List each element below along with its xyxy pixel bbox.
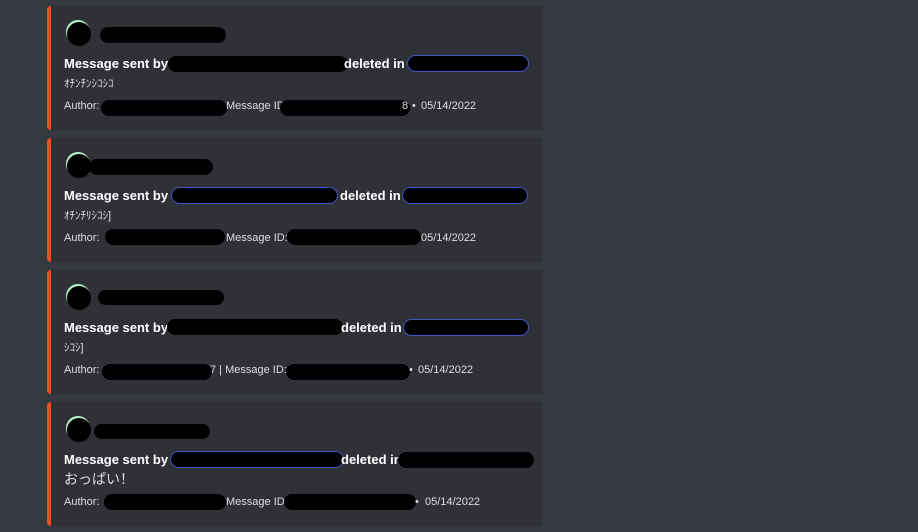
redacted-author-name	[94, 424, 210, 439]
deleted-message-embed: Message sent by deleted in ｼｺｼ] Author: …	[47, 270, 543, 394]
message-id-tail: 8	[402, 100, 409, 112]
author-avatar[interactable]	[67, 418, 91, 442]
redacted-user-mention[interactable]	[168, 56, 348, 72]
redacted-channel-mention[interactable]	[408, 56, 528, 71]
embed-title-prefix: Message sent by	[64, 188, 169, 203]
embed-title-prefix: Message sent by	[64, 452, 169, 467]
redacted-channel-mention[interactable]	[398, 452, 534, 468]
redacted-channel-mention[interactable]	[404, 320, 528, 335]
redacted-message-id	[284, 494, 416, 510]
embed-title-mid: deleted in	[341, 452, 402, 467]
redacted-author-name	[100, 27, 226, 43]
footer-separator: •	[412, 100, 416, 112]
deleted-message-embed: Message sent by deleted in おっぱい！ Author:…	[47, 402, 543, 526]
author-label: Author:	[64, 364, 100, 376]
redacted-user-mention[interactable]	[172, 188, 337, 203]
embed-title-mid: deleted in	[344, 56, 405, 71]
author-id-tail: 7 | Message ID:	[210, 364, 287, 376]
author-label: Author:	[64, 232, 100, 244]
message-date: 05/14/2022	[421, 232, 477, 244]
embed-title-mid: deleted in	[341, 320, 402, 335]
redacted-message-id	[287, 229, 421, 245]
author-label: Author:	[64, 100, 100, 112]
embed-title-mid: deleted in	[340, 188, 401, 203]
footer-separator: •	[415, 496, 419, 508]
redacted-author-id	[101, 100, 227, 116]
redacted-message-id	[280, 100, 410, 116]
message-id-label: Message ID:	[226, 232, 288, 244]
author-label: Author:	[64, 496, 100, 508]
embed-title-prefix: Message sent by	[64, 320, 169, 335]
redacted-author-id	[104, 494, 226, 510]
author-avatar[interactable]	[67, 286, 91, 310]
redacted-user-mention[interactable]	[167, 319, 343, 335]
embed-title-prefix: Message sent by	[64, 56, 169, 71]
message-date: 05/14/2022	[425, 496, 481, 508]
message-date: 05/14/2022	[418, 364, 474, 376]
redacted-channel-mention[interactable]	[403, 188, 527, 203]
message-id-label: Message ID	[226, 100, 285, 112]
footer-separator: •	[409, 364, 413, 376]
redacted-message-id	[286, 364, 410, 380]
message-date: 05/14/2022	[421, 100, 477, 112]
message-content: ｵﾁﾝﾁﾝｼｺｼｺ	[64, 78, 114, 90]
redacted-author-id	[105, 229, 225, 245]
message-content: ｵﾁﾝﾁﾘｼｺｼ]	[64, 210, 112, 222]
redacted-author-name	[98, 290, 224, 305]
redacted-author-name	[89, 159, 213, 175]
redacted-user-mention[interactable]	[171, 452, 343, 467]
author-avatar[interactable]	[67, 154, 91, 178]
redacted-author-id	[102, 364, 212, 380]
message-log-feed: Message sent by deleted in ｵﾁﾝﾁﾝｼｺｼｺ Aut…	[0, 0, 918, 532]
deleted-message-embed: Message sent by deleted in ｵﾁﾝﾁﾝｼｺｼｺ Aut…	[47, 6, 543, 130]
deleted-message-embed: Message sent by deleted in ｵﾁﾝﾁﾘｼｺｼ] Aut…	[47, 138, 543, 262]
message-content: おっぱい！	[64, 471, 134, 487]
author-avatar[interactable]	[67, 22, 91, 46]
message-id-label: Message ID	[226, 496, 285, 508]
message-content: ｼｺｼ]	[64, 342, 84, 354]
